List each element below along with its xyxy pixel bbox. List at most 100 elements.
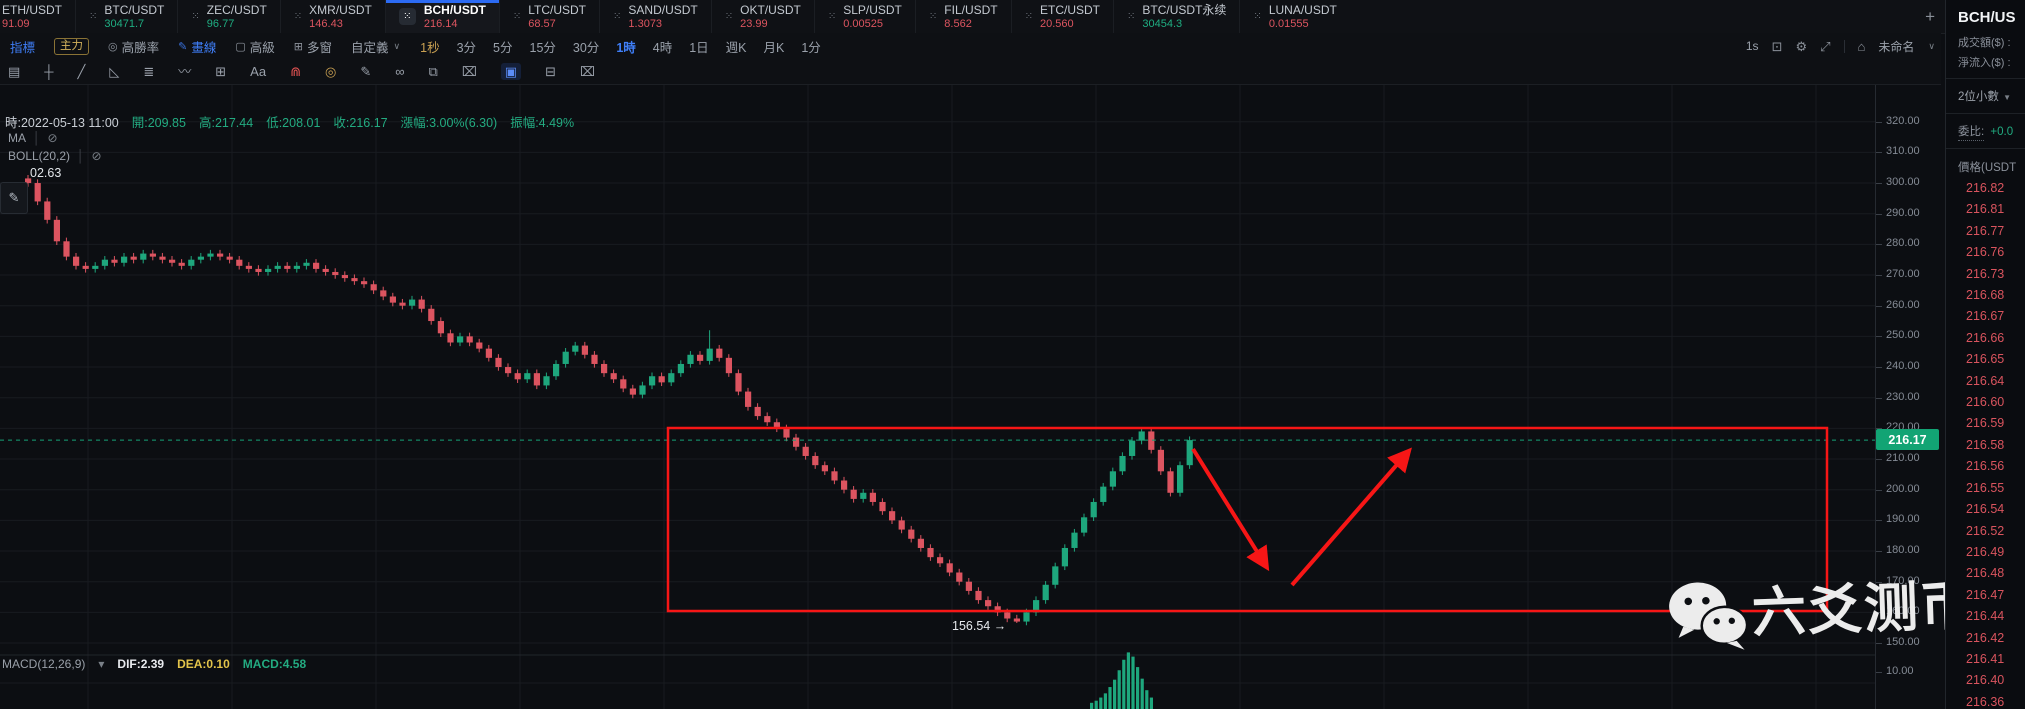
divider bbox=[1843, 39, 1845, 53]
interval-5分[interactable]: 5分 bbox=[493, 37, 512, 56]
pair-tab-BCH/USDT[interactable]: ⁙ BCH/USDT 216.14 bbox=[384, 0, 499, 33]
copy-icon[interactable]: ⧉ bbox=[429, 65, 438, 78]
session-low-label: 156.54 → bbox=[952, 619, 1006, 633]
pair-tab-OKT/USDT[interactable]: ⁙ OKT/USDT 23.99 bbox=[710, 0, 814, 33]
pair-tab-ZEC/USDT[interactable]: ⁙ ZEC/USDT 96.77 bbox=[177, 0, 279, 33]
ask-price[interactable]: 216.47 bbox=[1946, 585, 2025, 606]
pair-tab-LUNA/USDT[interactable]: ⁙ LUNA/USDT 0.01555 bbox=[1239, 0, 1349, 33]
drawing-handle[interactable]: ✎ bbox=[0, 182, 28, 214]
ask-price[interactable]: 216.59 bbox=[1946, 413, 2025, 434]
panel-icon[interactable]: ▣ bbox=[500, 63, 522, 80]
ask-price[interactable]: 216.82 bbox=[1946, 178, 2025, 199]
eye-off-icon[interactable]: ⊘ bbox=[92, 149, 102, 163]
ask-price[interactable]: 216.36 bbox=[1946, 692, 2025, 709]
ask-price[interactable]: 216.76 bbox=[1946, 242, 2025, 263]
interval-週K[interactable]: 週K bbox=[726, 37, 747, 56]
pair-tab-XMR/USDT[interactable]: ⁙ XMR/USDT 146.43 bbox=[279, 0, 385, 33]
toolbar-high-win-rate[interactable]: ◎ 高勝率 bbox=[108, 37, 159, 56]
ask-price[interactable]: 216.56 bbox=[1946, 456, 2025, 477]
interval-4時[interactable]: 4時 bbox=[653, 37, 672, 56]
crosshair-icon[interactable]: ┼ bbox=[44, 65, 53, 78]
add-pair-button[interactable]: + bbox=[1915, 0, 1945, 33]
ask-price[interactable]: 216.52 bbox=[1946, 521, 2025, 542]
layout-icon[interactable]: ⊟ bbox=[545, 65, 556, 78]
pair-tab-SAND/USDT[interactable]: ⁙ SAND/USDT 1.3073 bbox=[599, 0, 711, 33]
ask-price[interactable]: 216.42 bbox=[1946, 628, 2025, 649]
ma-label: MA bbox=[8, 131, 26, 145]
interval-15分[interactable]: 15分 bbox=[530, 37, 556, 56]
trash-icon[interactable]: ⌧ bbox=[580, 65, 595, 78]
pair-grid-icon: ⁙ bbox=[827, 10, 837, 22]
macd-settings[interactable]: MACD(12,26,9) bbox=[2, 657, 85, 671]
rings-icon[interactable]: ∞ bbox=[395, 65, 404, 78]
interval-1分[interactable]: 1分 bbox=[801, 37, 820, 56]
ask-price[interactable]: 216.58 bbox=[1946, 435, 2025, 456]
toolbar-indicators[interactable]: 指標 bbox=[10, 37, 35, 56]
ask-price[interactable]: 216.73 bbox=[1946, 264, 2025, 285]
toolbar-main-force[interactable]: 主力 bbox=[54, 37, 90, 55]
decimals-select[interactable]: 2位小數 ▼ bbox=[1946, 85, 2025, 107]
ask-price[interactable]: 216.48 bbox=[1946, 563, 2025, 584]
ask-price[interactable]: 216.67 bbox=[1946, 306, 2025, 327]
interval-月K[interactable]: 月K bbox=[764, 37, 785, 56]
eye-off-icon[interactable]: ⊘ bbox=[48, 131, 58, 145]
interval-1日[interactable]: 1日 bbox=[689, 37, 708, 56]
pair-tab-LTC/USDT[interactable]: ⁙ LTC/USDT 68.57 bbox=[498, 0, 599, 33]
ring-icon[interactable]: ◎ bbox=[325, 65, 336, 78]
toolbar-multi-window[interactable]: ⊞ 多窗 bbox=[294, 37, 332, 56]
ask-price[interactable]: 216.65 bbox=[1946, 349, 2025, 370]
pair-grid-icon: ⁙ bbox=[89, 10, 98, 22]
ask-price[interactable]: 216.60 bbox=[1946, 392, 2025, 413]
chevron-down-icon[interactable]: ∨ bbox=[1928, 41, 1935, 52]
ask-price[interactable]: 216.81 bbox=[1946, 199, 2025, 220]
price-axis[interactable]: 320.00 310.00 300.00 290.00 280.00 270.00 260.… bbox=[1875, 85, 1942, 709]
chart-style-icon[interactable]: ▤ bbox=[8, 65, 20, 78]
pair-name: LTC/USDT bbox=[528, 2, 587, 17]
pair-tab-ETH/USDT[interactable]: ETH/USDT 91.09 bbox=[0, 0, 75, 33]
shapes-icon[interactable]: ⊞ bbox=[215, 65, 226, 78]
pair-tab-FIL/USDT[interactable]: ⁙ FIL/USDT 8.562 bbox=[914, 0, 1011, 33]
pencil-icon[interactable]: ✎ bbox=[360, 65, 371, 78]
chart-canvas[interactable]: 156.54 → bbox=[0, 85, 1941, 709]
template-icon[interactable]: ⌂ bbox=[1858, 40, 1866, 53]
interval-1秒[interactable]: 1秒 bbox=[420, 37, 439, 56]
ask-price[interactable]: 216.41 bbox=[1946, 649, 2025, 670]
toolbar-advanced[interactable]: ▢ 高級 bbox=[235, 37, 274, 56]
ask-price[interactable]: 216.54 bbox=[1946, 499, 2025, 520]
interval-1時[interactable]: 1時 bbox=[616, 37, 635, 56]
text-tool-icon[interactable]: Aa bbox=[250, 65, 266, 78]
interval-3分[interactable]: 3分 bbox=[457, 37, 476, 56]
pair-tab-BTC/USDT[interactable]: ⁙ BTC/USDT 30471.7 bbox=[75, 0, 177, 33]
ask-price[interactable]: 216.49 bbox=[1946, 542, 2025, 563]
settings-gear-icon[interactable]: ⚙ bbox=[1795, 40, 1807, 53]
toolbar-custom-interval[interactable]: 自定義 ∨ bbox=[351, 37, 400, 56]
fib-lines-icon[interactable]: ≣ bbox=[143, 65, 154, 78]
ask-price[interactable]: 216.55 bbox=[1946, 478, 2025, 499]
pair-price: 0.00525 bbox=[843, 17, 883, 30]
divider bbox=[1946, 78, 2025, 79]
ask-price[interactable]: 216.64 bbox=[1946, 371, 2025, 392]
pair-tab-SLP/USDT[interactable]: ⁙ SLP/USDT 0.00525 bbox=[813, 0, 915, 33]
angle-icon[interactable]: ◺ bbox=[109, 65, 119, 78]
price-tick: 280.00 bbox=[1876, 237, 1920, 250]
wave-icon[interactable]: 〰 bbox=[178, 65, 191, 78]
pair-tab-ETC/USDT[interactable]: ⁙ ETC/USDT 20.560 bbox=[1010, 0, 1113, 33]
ask-price[interactable]: 216.68 bbox=[1946, 285, 2025, 306]
ask-price[interactable]: 216.66 bbox=[1946, 328, 2025, 349]
template-name[interactable]: 未命名 bbox=[1878, 38, 1914, 55]
divider bbox=[1946, 148, 2025, 149]
trendline-icon[interactable]: ╱ bbox=[78, 65, 86, 78]
screenshot-icon[interactable]: ⊡ bbox=[1772, 40, 1783, 53]
ask-price-list: 216.82 216.81 216.77 216.76 216.73 216.68 216.… bbox=[1946, 178, 2025, 709]
toolbar-draw-line[interactable]: ✎ 畫線 bbox=[178, 37, 216, 56]
interval-30分[interactable]: 30分 bbox=[573, 37, 599, 56]
ask-price[interactable]: 216.77 bbox=[1946, 221, 2025, 242]
delete-icon[interactable]: ⌧ bbox=[462, 65, 477, 78]
ask-price[interactable]: 216.44 bbox=[1946, 606, 2025, 627]
ask-price[interactable]: 216.40 bbox=[1946, 670, 2025, 691]
pair-name: ETH/USDT bbox=[2, 2, 62, 17]
magnet-icon[interactable]: ⋒ bbox=[290, 65, 301, 78]
pencil-icon: ✎ bbox=[8, 190, 20, 205]
fullscreen-icon[interactable]: ⤢ bbox=[1820, 40, 1830, 53]
pair-tab-BTC/USDT永续[interactable]: ⁙ BTC/USDT永续 30454.3 bbox=[1113, 0, 1239, 33]
